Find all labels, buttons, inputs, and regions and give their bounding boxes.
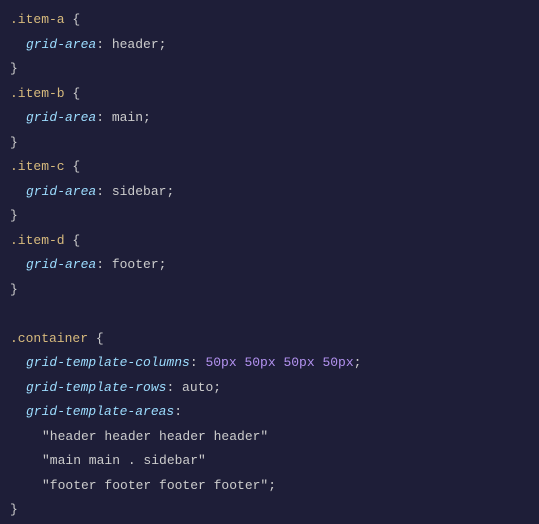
brace: { [96,331,104,346]
code-line: grid-template-columns: 50px 50px 50px 50… [10,351,529,376]
brace: } [10,208,18,223]
code-line: .item-c { [10,155,529,180]
css-selector: .item-b [10,86,65,101]
css-property: grid-area [26,184,96,199]
code-line: grid-area: sidebar; [10,180,529,205]
brace: } [10,282,18,297]
css-property: grid-area [26,257,96,272]
css-string: "footer footer footer footer" [42,478,268,493]
css-value: main [112,110,143,125]
css-value: header [112,37,159,52]
css-property: grid-template-areas [26,404,174,419]
css-property: grid-template-rows [26,380,166,395]
code-line: .item-d { [10,229,529,254]
css-code-block: .item-a {grid-area: header;}.item-b {gri… [10,8,529,523]
code-line: } [10,278,529,303]
code-line: "header header header header" [10,425,529,450]
css-value: 50px 50px 50px 50px [205,355,353,370]
css-property: grid-template-columns [26,355,190,370]
brace: { [72,12,80,27]
brace: { [72,86,80,101]
code-line: .item-b { [10,82,529,107]
brace: } [10,135,18,150]
css-selector: .item-a [10,12,65,27]
css-value: auto [182,380,213,395]
code-line: grid-area: main; [10,106,529,131]
css-selector: .item-d [10,233,65,248]
code-line: .container { [10,327,529,352]
code-line: grid-area: footer; [10,253,529,278]
css-property: grid-area [26,37,96,52]
code-line: grid-template-areas: [10,400,529,425]
brace: { [72,233,80,248]
css-string: "main main . sidebar" [42,453,206,468]
css-selector: .item-c [10,159,65,174]
code-line [10,302,529,327]
code-line: } [10,57,529,82]
code-line: grid-area: header; [10,33,529,58]
code-line: grid-template-rows: auto; [10,376,529,401]
code-line: } [10,498,529,523]
css-value: sidebar [112,184,167,199]
css-property: grid-area [26,110,96,125]
brace: } [10,502,18,517]
css-value: footer [112,257,159,272]
code-line: .item-a { [10,8,529,33]
code-line: } [10,204,529,229]
css-selector: .container [10,331,88,346]
code-line: } [10,131,529,156]
css-string: "header header header header" [42,429,268,444]
code-line: "main main . sidebar" [10,449,529,474]
brace: { [72,159,80,174]
brace: } [10,61,18,76]
code-line: "footer footer footer footer"; [10,474,529,499]
